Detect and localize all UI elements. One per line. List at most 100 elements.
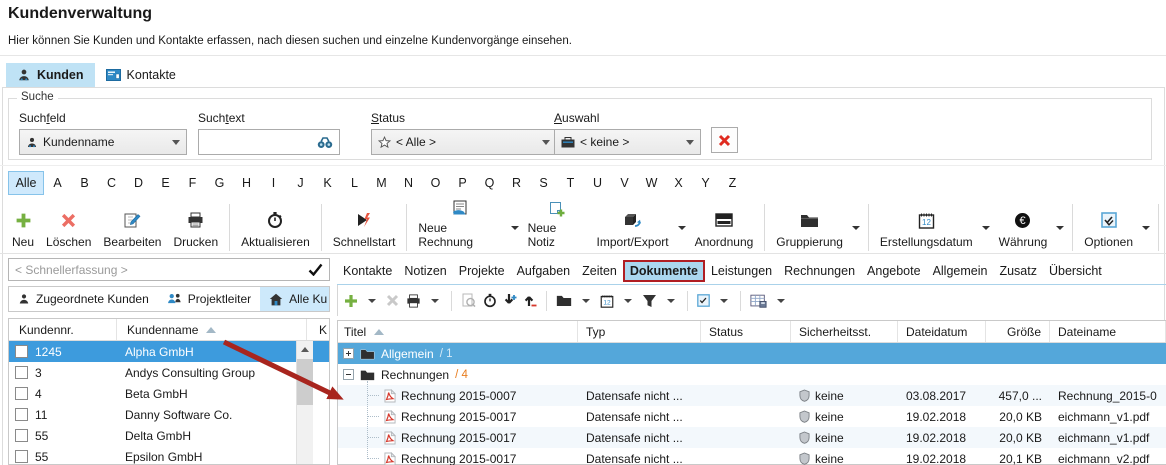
alpha-filter[interactable]: W: [638, 172, 665, 194]
tab-kunden[interactable]: Kunden: [6, 63, 95, 87]
alpha-filter[interactable]: O: [422, 172, 449, 194]
gruppierung-button[interactable]: Gruppierung: [770, 203, 849, 252]
alpha-filter[interactable]: H: [233, 172, 260, 194]
chevron-down-icon[interactable]: [624, 299, 632, 303]
chevron-down-icon[interactable]: [511, 226, 519, 230]
alpha-filter[interactable]: Q: [476, 172, 503, 194]
suchfeld-dropdown[interactable]: Kundenname: [19, 129, 187, 155]
alpha-filter[interactable]: V: [611, 172, 638, 194]
alpha-filter[interactable]: F: [179, 172, 206, 194]
scroll-up-button[interactable]: [297, 341, 313, 358]
tab-notizen[interactable]: Notizen: [398, 260, 452, 282]
import-export-button[interactable]: Import/Export: [591, 203, 675, 252]
tab-kontakte[interactable]: Kontakte: [337, 260, 398, 282]
chevron-down-icon[interactable]: [777, 299, 785, 303]
tab-zusatz[interactable]: Zusatz: [993, 260, 1043, 282]
add-document-button[interactable]: [344, 294, 358, 308]
table-row[interactable]: 55 Delta GmbH: [9, 425, 329, 446]
document-row[interactable]: Rechnung 2015-0007 Datensafe nicht ... k…: [338, 385, 1166, 406]
folder-group-row-allgemein[interactable]: Allgemein / 1: [338, 343, 1166, 364]
tab-zugeordnete-kunden[interactable]: Zugeordnete Kunden: [9, 287, 158, 311]
document-row[interactable]: Rechnung 2015-0017 Datensafe nicht ... k…: [338, 448, 1166, 465]
scrollbar-thumb[interactable]: [297, 359, 313, 405]
drucken-button[interactable]: Drucken: [167, 203, 224, 252]
row-checkbox[interactable]: [15, 345, 28, 358]
tab-rechnungen[interactable]: Rechnungen: [778, 260, 861, 282]
alpha-filter[interactable]: S: [530, 172, 557, 194]
column-header-titel[interactable]: Titel: [338, 321, 578, 342]
alpha-filter[interactable]: M: [368, 172, 395, 194]
column-header-dateidatum[interactable]: Dateidatum: [898, 321, 986, 342]
alpha-filter[interactable]: G: [206, 172, 233, 194]
schnellstart-button[interactable]: Schnellstart: [327, 203, 402, 252]
suchtext-input[interactable]: [198, 129, 340, 155]
chevron-down-icon[interactable]: [1142, 226, 1150, 230]
neue-notiz-button[interactable]: Neue Notiz: [522, 203, 591, 252]
alpha-filter[interactable]: K: [314, 172, 341, 194]
vertical-scrollbar[interactable]: [296, 341, 313, 464]
chevron-down-icon[interactable]: [1056, 226, 1064, 230]
alpha-filter-alle[interactable]: Alle: [8, 171, 44, 195]
alpha-filter[interactable]: X: [665, 172, 692, 194]
column-header-k[interactable]: K: [307, 319, 329, 340]
checkmark-icon[interactable]: [308, 263, 323, 276]
tab-zeiten[interactable]: Zeiten: [576, 260, 623, 282]
alpha-filter[interactable]: B: [71, 172, 98, 194]
checkout-button[interactable]: [524, 293, 537, 308]
table-row[interactable]: 3 Andys Consulting Group: [9, 362, 329, 383]
tab-uebersicht[interactable]: Übersicht: [1043, 260, 1108, 282]
chevron-down-icon[interactable]: [431, 299, 439, 303]
loeschen-button[interactable]: Löschen: [40, 203, 97, 252]
status-dropdown[interactable]: < Alle >: [371, 129, 557, 155]
refresh-button[interactable]: [483, 293, 497, 308]
aktualisieren-button[interactable]: Aktualisieren: [235, 203, 316, 252]
waehrung-button[interactable]: € Währung: [993, 203, 1054, 252]
options-checkbox-button[interactable]: [697, 294, 710, 307]
neu-button[interactable]: Neu: [6, 203, 40, 252]
optionen-button[interactable]: Optionen: [1078, 203, 1139, 252]
tab-projekte[interactable]: Projekte: [453, 260, 511, 282]
checkin-button[interactable]: [504, 293, 517, 308]
alpha-filter[interactable]: Y: [692, 172, 719, 194]
alpha-filter[interactable]: J: [287, 172, 314, 194]
auswahl-dropdown[interactable]: < keine >: [554, 129, 701, 155]
alpha-filter[interactable]: L: [341, 172, 368, 194]
tab-projektleiter[interactable]: Projektleiter: [158, 287, 260, 311]
alpha-filter[interactable]: Z: [719, 172, 746, 194]
tab-aufgaben[interactable]: Aufgaben: [511, 260, 577, 282]
table-row[interactable]: 11 Danny Software Co.: [9, 404, 329, 425]
erstellungsdatum-button[interactable]: 12 Erstellungsdatum: [874, 203, 979, 252]
alpha-filter[interactable]: D: [125, 172, 152, 194]
chevron-down-icon[interactable]: [720, 299, 728, 303]
folder-group-row-rechnungen[interactable]: Rechnungen / 4: [338, 364, 1166, 385]
row-checkbox[interactable]: [15, 387, 28, 400]
row-checkbox[interactable]: [15, 366, 28, 379]
alpha-filter[interactable]: N: [395, 172, 422, 194]
alpha-filter[interactable]: I: [260, 172, 287, 194]
document-row[interactable]: Rechnung 2015-0017 Datensafe nicht ... k…: [338, 427, 1166, 448]
collapse-icon[interactable]: [343, 369, 354, 380]
chevron-down-icon[interactable]: [678, 226, 686, 230]
column-header-dateiname[interactable]: Dateiname: [1050, 321, 1166, 342]
chevron-down-icon[interactable]: [982, 226, 990, 230]
alpha-filter[interactable]: E: [152, 172, 179, 194]
neue-rechnung-button[interactable]: Neue Rechnung: [412, 203, 507, 252]
document-row[interactable]: Rechnung 2015-0017 Datensafe nicht ... k…: [338, 406, 1166, 427]
alpha-filter[interactable]: R: [503, 172, 530, 194]
row-checkbox[interactable]: [15, 450, 28, 463]
table-row[interactable]: 55 Epsilon GmbH: [9, 446, 329, 464]
quick-entry-input[interactable]: < Schnellerfassung >: [8, 258, 330, 281]
folder-view-button[interactable]: [556, 294, 572, 307]
table-row[interactable]: 4 Beta GmbH: [9, 383, 329, 404]
row-checkbox[interactable]: [15, 408, 28, 421]
tab-alle-kunden[interactable]: Alle Ku: [260, 287, 330, 311]
column-header-kundenname[interactable]: Kundenname: [117, 319, 307, 340]
table-row[interactable]: 1245 Alpha GmbH: [9, 341, 329, 362]
tab-dokumente[interactable]: Dokumente: [623, 260, 705, 282]
alpha-filter[interactable]: P: [449, 172, 476, 194]
column-header-groesse[interactable]: Größe: [986, 321, 1050, 342]
grid-export-button[interactable]: [750, 294, 767, 308]
chevron-down-icon[interactable]: [852, 226, 860, 230]
alpha-filter[interactable]: T: [557, 172, 584, 194]
date-filter-button[interactable]: 12: [600, 294, 614, 308]
